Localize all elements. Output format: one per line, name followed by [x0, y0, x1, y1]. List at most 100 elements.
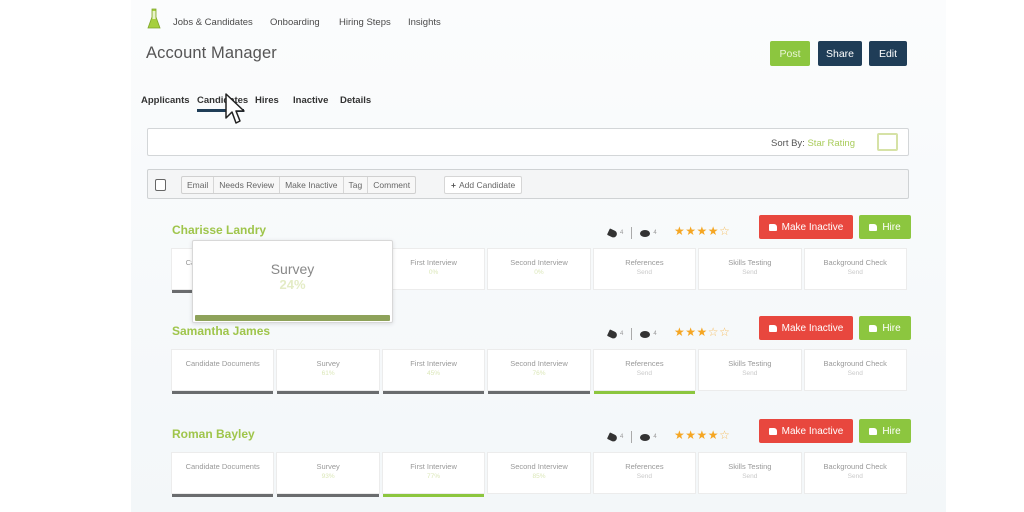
sort-by-value[interactable]: Star Rating: [807, 138, 855, 149]
thumbs-down-icon: [768, 324, 777, 332]
tab-applicants[interactable]: Applicants: [141, 95, 190, 106]
needs-review-button[interactable]: Needs Review: [214, 177, 281, 193]
nav-insights[interactable]: Insights: [408, 17, 441, 28]
tag-icon[interactable]: [606, 328, 619, 340]
candidate-name[interactable]: Roman Bayley: [172, 427, 255, 441]
candidate-name[interactable]: Charisse Landry: [172, 223, 266, 237]
comment-icon[interactable]: [640, 433, 651, 441]
star-filled-icon[interactable]: ★: [685, 224, 696, 238]
tab-hires[interactable]: Hires: [255, 95, 279, 106]
make-inactive-bulk-button[interactable]: Make Inactive: [280, 177, 344, 193]
stage-card[interactable]: Background Check Send: [803, 452, 907, 494]
star-filled-icon[interactable]: ★: [708, 224, 719, 238]
app-panel: Jobs & Candidates Onboarding Hiring Step…: [131, 0, 946, 512]
star-empty-icon[interactable]: ☆: [719, 428, 730, 442]
divider: [631, 328, 633, 340]
stage-card[interactable]: Second Interview 0%: [487, 248, 591, 290]
nav-jobs-candidates[interactable]: Jobs & Candidates: [173, 17, 253, 28]
tab-inactive[interactable]: Inactive: [293, 95, 328, 106]
stage-card[interactable]: Skills Testing Send: [698, 452, 802, 494]
stage-label: Background Check: [823, 359, 887, 368]
stage-value: 61%: [321, 370, 335, 377]
hiring-stages: Candidate Documents Survey 61% First Int…: [171, 349, 907, 394]
stage-card[interactable]: Survey 93%: [276, 452, 380, 497]
stage-card[interactable]: Second Interview 76%: [487, 349, 591, 394]
star-rating[interactable]: ★★★★☆: [674, 428, 730, 442]
thumbs-down-icon: [768, 223, 777, 231]
email-button[interactable]: Email: [182, 177, 215, 193]
tooltip-value: 24%: [279, 277, 306, 292]
stage-value: 76%: [532, 370, 546, 377]
hire-button[interactable]: Hire: [859, 316, 911, 340]
plus-icon: +: [451, 180, 456, 190]
stage-card[interactable]: First Interview 45%: [381, 349, 486, 394]
stage-card[interactable]: Skills Testing Send: [698, 349, 802, 391]
select-all-checkbox[interactable]: [155, 179, 166, 191]
stage-card[interactable]: References Send: [592, 349, 697, 394]
star-empty-icon[interactable]: ☆: [719, 325, 730, 339]
make-inactive-button[interactable]: Make Inactive: [759, 316, 853, 340]
thumbs-up-icon: [869, 324, 878, 332]
star-filled-icon[interactable]: ★: [697, 325, 708, 339]
stage-value: Send: [847, 370, 863, 377]
stage-card[interactable]: Candidate Documents: [171, 452, 275, 497]
star-filled-icon[interactable]: ★: [674, 224, 685, 238]
nav-hiring-steps[interactable]: Hiring Steps: [339, 17, 391, 28]
stage-value: 85%: [532, 473, 546, 480]
comment-icon[interactable]: [640, 330, 651, 338]
sort-by-control[interactable]: Sort By: Star Rating: [771, 138, 855, 149]
comment-count: 4: [653, 230, 657, 236]
nav-onboarding[interactable]: Onboarding: [270, 17, 320, 28]
star-rating[interactable]: ★★★☆☆: [674, 325, 730, 339]
stage-card[interactable]: Candidate Documents: [171, 349, 275, 394]
comment-count: 4: [653, 331, 657, 337]
tag-count: 4: [620, 331, 624, 337]
share-button[interactable]: Share: [818, 41, 862, 66]
stage-value: Send: [847, 269, 863, 276]
stage-value: Send: [636, 473, 652, 480]
stage-card[interactable]: First Interview 77%: [381, 452, 486, 497]
make-inactive-button[interactable]: Make Inactive: [759, 419, 853, 443]
add-candidate-button[interactable]: + Add Candidate: [444, 176, 523, 194]
stage-card[interactable]: Second Interview 85%: [487, 452, 591, 494]
star-filled-icon[interactable]: ★: [708, 428, 719, 442]
tag-count: 4: [620, 434, 624, 440]
make-inactive-button[interactable]: Make Inactive: [759, 215, 853, 239]
stage-card[interactable]: References Send: [592, 248, 697, 290]
hire-button[interactable]: Hire: [859, 215, 911, 239]
star-empty-icon[interactable]: ☆: [719, 224, 730, 238]
tag-icon[interactable]: [606, 431, 619, 443]
star-empty-icon[interactable]: ☆: [708, 325, 719, 339]
stage-card[interactable]: References Send: [592, 452, 697, 494]
star-filled-icon[interactable]: ★: [674, 325, 685, 339]
stage-card[interactable]: First Interview 0%: [381, 248, 486, 290]
star-filled-icon[interactable]: ★: [674, 428, 685, 442]
star-filled-icon[interactable]: ★: [685, 325, 696, 339]
star-filled-icon[interactable]: ★: [697, 224, 708, 238]
tab-details[interactable]: Details: [340, 95, 371, 106]
star-filled-icon[interactable]: ★: [685, 428, 696, 442]
comment-icon[interactable]: [640, 229, 651, 237]
star-filled-icon[interactable]: ★: [697, 428, 708, 442]
stage-label: Survey: [316, 359, 340, 368]
stage-card[interactable]: Survey 61%: [276, 349, 380, 394]
hire-button[interactable]: Hire: [859, 419, 911, 443]
stage-card[interactable]: Background Check Send: [803, 248, 907, 290]
flask-logo-icon[interactable]: [147, 8, 161, 30]
stage-card[interactable]: Background Check Send: [803, 349, 907, 391]
candidate-meta: 4 4: [606, 227, 657, 239]
stage-value: 45%: [427, 370, 441, 377]
edit-button[interactable]: Edit: [869, 41, 907, 66]
candidate-name[interactable]: Samantha James: [172, 324, 270, 338]
tag-count: 4: [620, 230, 624, 236]
post-button[interactable]: Post: [770, 41, 810, 66]
tag-button[interactable]: Tag: [344, 177, 369, 193]
sort-toggle[interactable]: [877, 133, 898, 151]
comment-button[interactable]: Comment: [368, 177, 415, 193]
tooltip-progress-bar: [195, 315, 390, 321]
stage-card[interactable]: Skills Testing Send: [698, 248, 802, 290]
stage-progress-bar: [172, 494, 274, 497]
tag-icon[interactable]: [606, 227, 619, 239]
candidate-row: Roman Bayley 4 4 ★★★★☆ Make Inactive Hir…: [171, 419, 911, 512]
star-rating[interactable]: ★★★★☆: [674, 224, 730, 238]
